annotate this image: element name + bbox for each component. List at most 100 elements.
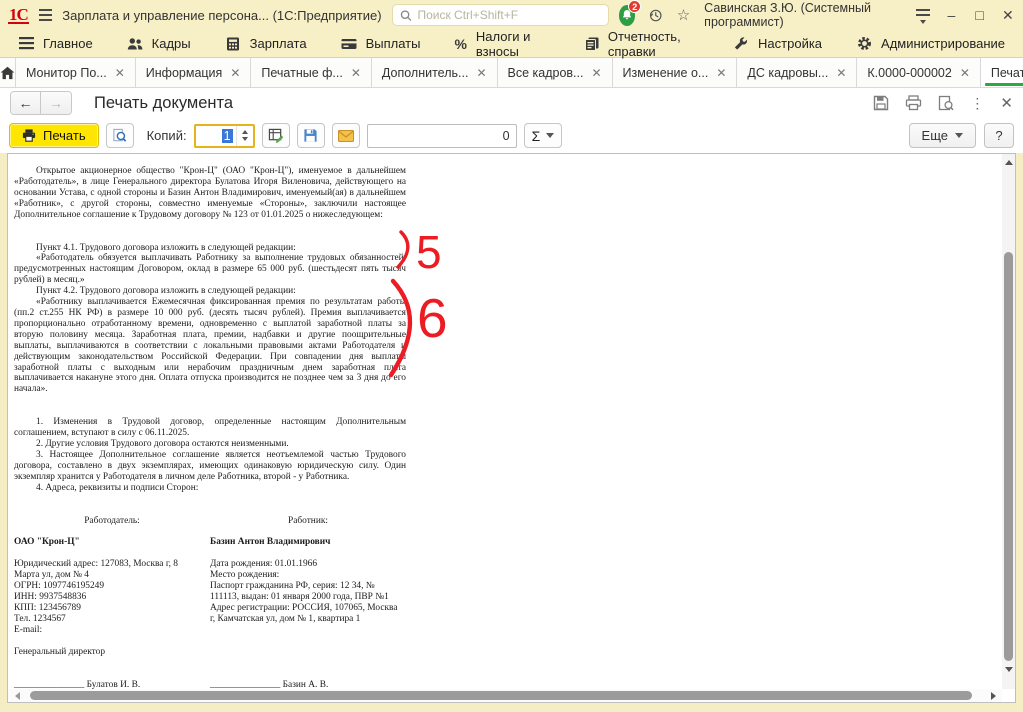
preview-button[interactable] [105,123,134,148]
tab-dopolnitelno[interactable]: Дополнитель... ✕ [372,58,498,87]
chevron-down-icon [546,133,555,138]
menu-item-nastroyka[interactable]: Настройка [733,36,822,52]
vertical-scroll-thumb[interactable] [1004,252,1013,661]
spinner-buttons[interactable] [235,125,253,146]
menu-item-label: Отчетность, справки [607,28,681,59]
menu-item-zarplata[interactable]: Зарплата [225,36,307,52]
scroll-up-icon[interactable] [1002,156,1015,169]
help-button[interactable]: ? [984,123,1014,148]
menu-item-vyplaty[interactable]: Выплаты [341,36,420,52]
global-search[interactable] [391,4,609,26]
close-form-icon[interactable]: ✕ [1000,94,1013,112]
1c-logo: 1С [8,4,29,24]
more-options-icon[interactable]: ⋮ [970,95,984,112]
doc-clause-42-body: «Работнику выплачивается Ежемесячная фик… [14,297,406,395]
calculator-icon [225,36,241,52]
service-menu-icon[interactable] [916,6,931,24]
back-button[interactable]: ← [11,92,41,114]
search-input[interactable] [417,8,601,22]
page-setup-button[interactable] [261,123,290,148]
close-tab-icon[interactable]: ✕ [960,66,970,80]
close-tab-icon[interactable]: ✕ [716,66,726,80]
favorites-star-icon[interactable]: ☆ [677,6,690,24]
menu-item-label: Кадры [151,36,191,51]
tab-informaciya[interactable]: Информация ✕ [136,58,252,87]
close-tab-icon[interactable]: ✕ [351,66,361,80]
close-tab-icon[interactable]: ✕ [230,66,240,80]
tab-label: Монитор По... [26,65,107,80]
print-icon[interactable] [905,95,922,111]
tab-label: Печать доку... [990,65,1023,80]
close-tab-icon[interactable]: ✕ [115,66,125,80]
forward-button[interactable]: → [41,92,71,114]
close-tab-icon[interactable]: ✕ [591,66,601,80]
horizontal-scroll-thumb[interactable] [30,691,972,700]
save-icon[interactable] [873,95,889,111]
sections-menu: Главное Кадры Зарплата Выплаты % Налоги … [0,28,1023,59]
menu-item-otchetnost[interactable]: Отчетность, справки [584,28,699,59]
app-window: 1С Зарплата и управление персона... (1С:… [0,0,1023,712]
floppy-icon [304,129,317,142]
page-title: Печать документа [94,93,234,112]
card-icon [341,36,357,52]
tab-pechat-dokumenta[interactable]: Печать доку...✕ [980,58,1023,87]
sum-button[interactable]: Σ [523,123,563,148]
employer-name: ОАО "Крон-Ц" [14,537,80,548]
print-button[interactable]: Печать [9,123,99,148]
copies-stepper[interactable]: 1 [193,123,255,148]
notifications-bell-icon[interactable]: 2 [618,0,642,26]
main-menu-icon[interactable] [38,6,53,24]
menu-item-label: Настройка [758,36,823,51]
doc-clause-41-body: «Работодатель обязуется выплачивать Рабо… [14,253,406,286]
menu-item-kadry[interactable]: Кадры [127,36,191,52]
window-title: Зарплата и управление персона... (1С:Пре… [62,7,382,23]
more-button[interactable]: Еще [908,123,976,148]
scroll-down-icon[interactable] [1002,663,1015,676]
document-preview-area[interactable]: Открытое акционерное общество "Крон-Ц" (… [7,153,1016,703]
employee-name: Базин Антон Владимирович [210,537,331,548]
scroll-left-icon[interactable] [8,691,26,700]
horizontal-scrollbar[interactable] [8,689,1002,702]
spin-down-icon[interactable] [241,137,248,141]
close-window-button[interactable]: ✕ [1001,7,1015,24]
current-user[interactable]: Савинская З.Ю. (Системный программист) [704,1,902,29]
scroll-right-icon[interactable] [984,691,1002,700]
more-button-label: Еще [921,128,948,143]
document-page: Открытое акционерное общество "Крон-Ц" (… [14,166,406,712]
tab-monitor[interactable]: Монитор По... ✕ [16,58,136,87]
page-header: ← → Печать документа ⋮ ✕ [0,88,1023,118]
tab-label: ДС кадровы... [747,65,829,80]
printer-icon [22,129,36,142]
sections-icon [18,36,34,52]
tab-izmenenie[interactable]: Изменение о... ✕ [613,58,738,87]
sum-field[interactable]: 0 [366,123,517,148]
tab-bar: Монитор По... ✕ Информация ✕ Печатные ф...… [0,58,1023,88]
home-tab[interactable] [0,58,16,87]
maximize-button[interactable]: □ [972,7,986,23]
close-tab-icon[interactable]: ✕ [836,66,846,80]
tab-ds-kadrovye[interactable]: ДС кадровы... ✕ [737,58,858,87]
print-button-label: Печать [43,128,86,143]
copies-value[interactable]: 1 [221,128,233,143]
employer-header: Работодатель: [84,515,140,526]
vertical-scrollbar[interactable] [1002,154,1015,689]
tab-vse-kadrovye[interactable]: Все кадров... ✕ [498,58,613,87]
save-button[interactable] [296,123,325,148]
tab-label: Печатные ф... [261,65,343,80]
send-email-button[interactable] [331,123,360,148]
gear-icon [856,36,872,52]
menu-item-administrirovanie[interactable]: Администрирование [856,36,1005,52]
chevron-down-icon [955,133,963,138]
spin-up-icon[interactable] [241,130,248,134]
menu-item-glavnoe[interactable]: Главное [18,36,93,52]
menu-item-nalogi[interactable]: % Налоги и взносы [454,29,550,59]
close-tab-icon[interactable]: ✕ [476,66,486,80]
search-icon [400,9,412,21]
menu-item-label: Главное [43,36,93,51]
preview-icon[interactable] [938,95,954,111]
history-icon[interactable] [649,7,662,24]
tab-pechatnye-formy[interactable]: Печатные ф... ✕ [251,58,372,87]
tab-k0000-000002[interactable]: К.0000-000002 ✕ [857,58,981,87]
sigma-icon: Σ [531,127,541,144]
minimize-button[interactable]: – [944,7,958,23]
